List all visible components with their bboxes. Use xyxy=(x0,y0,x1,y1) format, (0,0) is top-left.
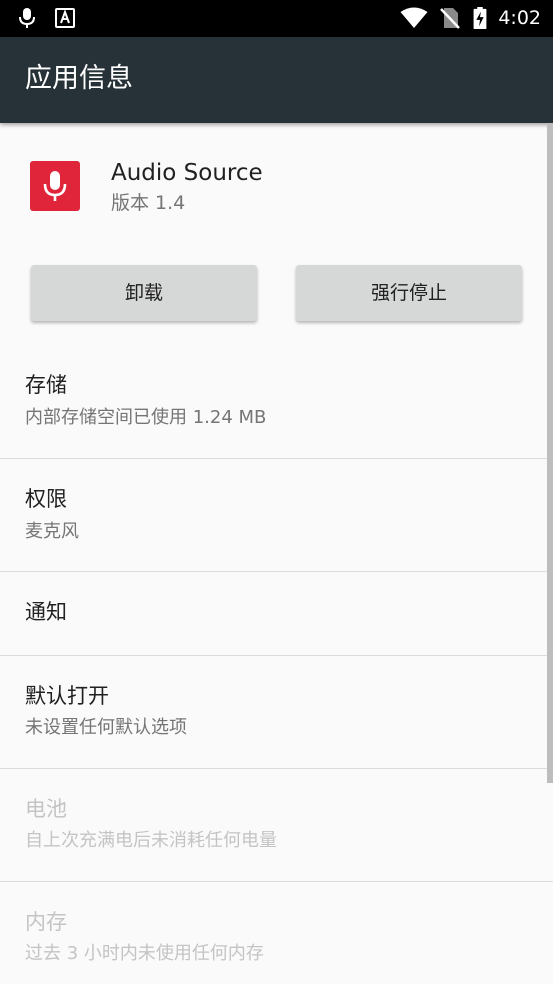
list-item-title: 权限 xyxy=(25,487,67,511)
wifi-icon xyxy=(400,7,428,28)
list-item-title: 通知 xyxy=(25,600,67,624)
list-item-title: 存储 xyxy=(25,373,67,397)
list-item-battery: 电池 自上次充满电后未消耗任何电量 xyxy=(0,769,553,882)
status-time: 4:02 xyxy=(498,7,541,29)
microphone-icon xyxy=(30,161,80,211)
no-sim-icon xyxy=(440,8,460,29)
app-version: 版本 1.4 xyxy=(111,192,186,214)
list-item-summary: 过去 3 小时内未使用任何内存 xyxy=(25,943,264,964)
force-stop-button[interactable]: 强行停止 xyxy=(296,265,522,321)
app-bar: 应用信息 xyxy=(0,37,553,123)
app-info-screen: 4:02 应用信息 Audio Source 版本 1.4 卸载 强行停止 存储… xyxy=(0,0,553,984)
app-name: Audio Source xyxy=(111,160,263,186)
list-item-summary: 自上次充满电后未消耗任何电量 xyxy=(25,830,277,851)
uninstall-button[interactable]: 卸载 xyxy=(31,265,257,321)
list-item-permissions[interactable]: 权限 麦克风 xyxy=(0,459,553,572)
list-item-notifications[interactable]: 通知 xyxy=(0,572,553,656)
scrollbar[interactable] xyxy=(547,123,553,783)
battery-charging-icon xyxy=(473,7,487,29)
list-item-open-by-default[interactable]: 默认打开 未设置任何默认选项 xyxy=(0,656,553,769)
status-bar: 4:02 xyxy=(0,0,553,37)
app-header: Audio Source 版本 1.4 xyxy=(0,123,553,253)
list-item-title: 默认打开 xyxy=(25,684,109,708)
font-a-icon xyxy=(55,8,75,28)
mic-icon xyxy=(19,8,35,28)
list-item-storage[interactable]: 存储 内部存储空间已使用 1.24 MB xyxy=(0,349,553,459)
list-item-memory: 内存 过去 3 小时内未使用任何内存 xyxy=(0,882,553,984)
list-item-summary: 麦克风 xyxy=(25,521,79,542)
list-item-title: 内存 xyxy=(25,910,67,934)
list-item-title: 电池 xyxy=(25,797,67,821)
page-title: 应用信息 xyxy=(25,63,133,94)
list-item-summary: 内部存储空间已使用 1.24 MB xyxy=(25,407,267,428)
list-item-summary: 未设置任何默认选项 xyxy=(25,717,187,738)
content: Audio Source 版本 1.4 卸载 强行停止 存储 内部存储空间已使用… xyxy=(0,123,553,984)
